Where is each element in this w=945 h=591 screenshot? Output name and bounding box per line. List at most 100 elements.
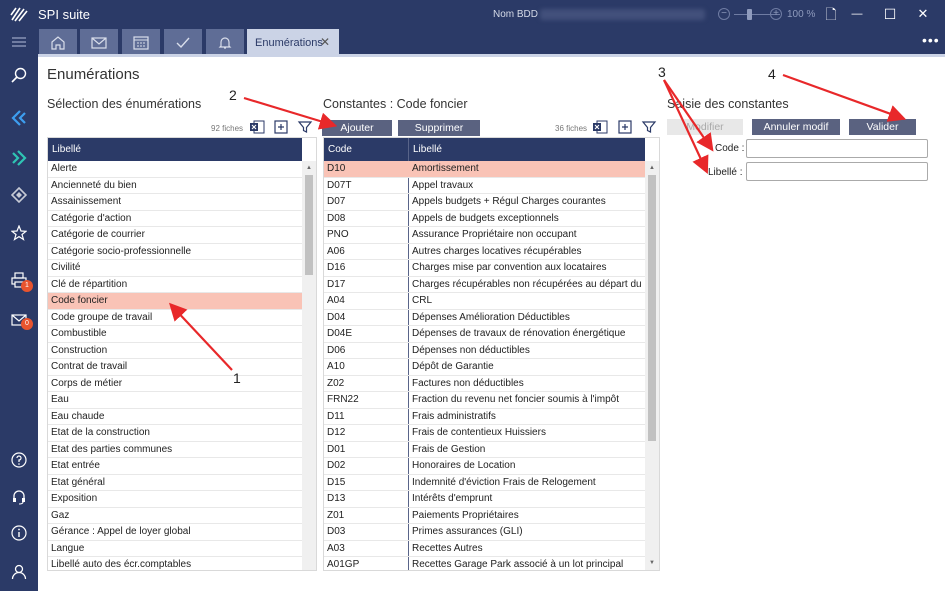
list-item[interactable]: Corps de métier bbox=[48, 376, 302, 392]
list-item[interactable]: Etat de la construction bbox=[48, 425, 302, 442]
filter-icon[interactable] bbox=[297, 119, 313, 135]
column-header-libelle[interactable]: Libellé bbox=[52, 144, 81, 155]
list-item[interactable]: Catégorie de courrier bbox=[48, 227, 302, 244]
tab-calendar[interactable] bbox=[122, 29, 160, 56]
table-row[interactable]: A01GP Recettes Garage Park associé à un l… bbox=[324, 557, 645, 570]
list-item[interactable]: Gérance : Appel de loyer global bbox=[48, 524, 302, 541]
scroll-up-arrow[interactable]: ▲ bbox=[646, 163, 658, 173]
table-row[interactable]: D02 Honoraires de Location bbox=[324, 458, 645, 475]
list-item[interactable]: Gaz bbox=[48, 508, 302, 524]
enumerations-scroll-thumb[interactable] bbox=[305, 175, 313, 275]
column-header-libelle[interactable]: Libellé bbox=[413, 144, 442, 155]
table-row[interactable]: Z02 Factures non déductibles bbox=[324, 376, 645, 392]
table-row[interactable]: D16 Charges mise par convention aux locat… bbox=[324, 260, 645, 277]
column-header-code[interactable]: Code bbox=[328, 144, 352, 155]
constants-scroll-thumb[interactable] bbox=[648, 175, 656, 441]
table-row[interactable]: FRN22 Fraction du revenu net foncier soum… bbox=[324, 392, 645, 409]
zoom-slider-thumb[interactable] bbox=[747, 9, 752, 20]
cancel-modify-button[interactable]: Annuler modif bbox=[752, 119, 840, 135]
list-item[interactable]: Construction bbox=[48, 343, 302, 359]
minimize-button[interactable]: — bbox=[846, 4, 868, 24]
table-row[interactable]: Z01 Paiements Propriétaires bbox=[324, 508, 645, 524]
table-row[interactable]: D15 Indemnité d'éviction Frais de Relogem… bbox=[324, 475, 645, 491]
list-item[interactable]: Combustible bbox=[48, 326, 302, 343]
table-row[interactable]: D07T Appel travaux bbox=[324, 178, 645, 194]
table-row[interactable]: D01 Frais de Gestion bbox=[324, 442, 645, 458]
table-row[interactable]: D07 Appels budgets + Régul Charges couran… bbox=[324, 194, 645, 211]
tab-enumerations[interactable]: Enumérations ✕ bbox=[247, 29, 339, 56]
list-item[interactable]: Assainissement bbox=[48, 194, 302, 211]
table-row[interactable]: PNO Assurance Propriétaire non occupant bbox=[324, 227, 645, 244]
modify-button[interactable]: Modifier bbox=[667, 119, 743, 135]
filter-icon[interactable] bbox=[641, 119, 657, 135]
list-item[interactable]: Code foncier bbox=[48, 293, 302, 310]
close-window-button[interactable]: ✕ bbox=[912, 4, 934, 24]
enumerations-scrollbar[interactable]: ▲ bbox=[302, 161, 316, 570]
table-row[interactable]: D11 Frais administratifs bbox=[324, 409, 645, 425]
list-item[interactable]: Exposition bbox=[48, 491, 302, 508]
hamburger-menu-icon[interactable] bbox=[12, 37, 26, 47]
table-row[interactable]: D13 Intérêts d'emprunt bbox=[324, 491, 645, 508]
table-row[interactable]: A06 Autres charges locatives récupérables bbox=[324, 244, 645, 260]
tab-home[interactable] bbox=[39, 29, 77, 56]
nav-mail[interactable]: 0 bbox=[0, 306, 38, 334]
nav-print[interactable]: 1 bbox=[0, 266, 38, 294]
table-row[interactable]: A04 CRL bbox=[324, 293, 645, 310]
validate-button[interactable]: Valider bbox=[849, 119, 916, 135]
table-row[interactable]: D17 Charges récupérables non récupérées a… bbox=[324, 277, 645, 293]
list-item[interactable]: Eau chaude bbox=[48, 409, 302, 425]
table-row[interactable]: D06 Dépenses non déductibles bbox=[324, 343, 645, 359]
nav-module-3[interactable] bbox=[0, 181, 38, 209]
code-field[interactable] bbox=[746, 139, 928, 158]
list-item[interactable]: Catégorie d'action bbox=[48, 211, 302, 227]
table-row[interactable]: D10 Amortissement bbox=[324, 161, 645, 178]
nav-module-2[interactable] bbox=[0, 144, 38, 172]
list-item[interactable]: Code groupe de travail bbox=[48, 310, 302, 326]
list-item[interactable]: Contrat de travail bbox=[48, 359, 302, 376]
table-row[interactable]: A03 Recettes Autres bbox=[324, 541, 645, 557]
nav-user[interactable] bbox=[0, 558, 38, 586]
list-item[interactable]: Etat entrée bbox=[48, 458, 302, 475]
list-item[interactable]: Ancienneté du bien bbox=[48, 178, 302, 194]
list-item[interactable]: Libellé auto des écr.comptables bbox=[48, 557, 302, 570]
zoom-in-button[interactable]: + bbox=[770, 8, 782, 20]
add-button[interactable]: Ajouter bbox=[322, 120, 392, 136]
nav-favorites[interactable] bbox=[0, 219, 38, 247]
nav-info[interactable] bbox=[0, 519, 38, 547]
add-row-icon[interactable] bbox=[273, 119, 289, 135]
table-row[interactable]: D04 Dépenses Amélioration Déductibles bbox=[324, 310, 645, 326]
tab-notifications[interactable] bbox=[206, 29, 244, 56]
close-tab-icon[interactable]: ✕ bbox=[320, 35, 330, 49]
scroll-up-arrow[interactable]: ▲ bbox=[303, 163, 315, 173]
list-item[interactable]: Langue bbox=[48, 541, 302, 557]
list-item[interactable]: Alerte bbox=[48, 161, 302, 178]
add-row-icon[interactable] bbox=[617, 119, 633, 135]
table-row[interactable]: D04E Dépenses de travaux de rénovation én… bbox=[324, 326, 645, 343]
table-row[interactable]: D12 Frais de contentieux Huissiers bbox=[324, 425, 645, 442]
tab-mail[interactable] bbox=[80, 29, 118, 56]
document-icon[interactable]: 🗋 bbox=[820, 4, 842, 24]
more-options-icon[interactable]: ••• bbox=[922, 32, 940, 48]
zoom-out-button[interactable]: − bbox=[718, 8, 730, 20]
table-row[interactable]: D03 Primes assurances (GLI) bbox=[324, 524, 645, 541]
table-row[interactable]: A10 Dépôt de Garantie bbox=[324, 359, 645, 376]
scroll-down-arrow[interactable]: ▼ bbox=[646, 558, 658, 568]
nav-module-1[interactable] bbox=[0, 104, 38, 132]
list-item[interactable]: Etat général bbox=[48, 475, 302, 491]
nav-search[interactable] bbox=[0, 61, 38, 89]
nav-support[interactable] bbox=[0, 483, 38, 511]
list-item[interactable]: Clé de répartition bbox=[48, 277, 302, 293]
tab-tasks[interactable] bbox=[164, 29, 202, 56]
table-row[interactable]: D08 Appels de budgets exceptionnels bbox=[324, 211, 645, 227]
excel-export-icon[interactable] bbox=[592, 119, 608, 135]
libelle-field[interactable] bbox=[746, 162, 928, 181]
nav-help[interactable] bbox=[0, 446, 38, 474]
maximize-button[interactable]: ☐ bbox=[879, 4, 901, 24]
excel-export-icon[interactable] bbox=[249, 119, 265, 135]
list-item[interactable]: Catégorie socio-professionnelle bbox=[48, 244, 302, 260]
list-item[interactable]: Eau bbox=[48, 392, 302, 409]
constants-scrollbar[interactable]: ▲ ▼ bbox=[645, 161, 659, 570]
delete-button[interactable]: Supprimer bbox=[398, 120, 480, 136]
list-item[interactable]: Etat des parties communes bbox=[48, 442, 302, 458]
list-item[interactable]: Civilité bbox=[48, 260, 302, 277]
